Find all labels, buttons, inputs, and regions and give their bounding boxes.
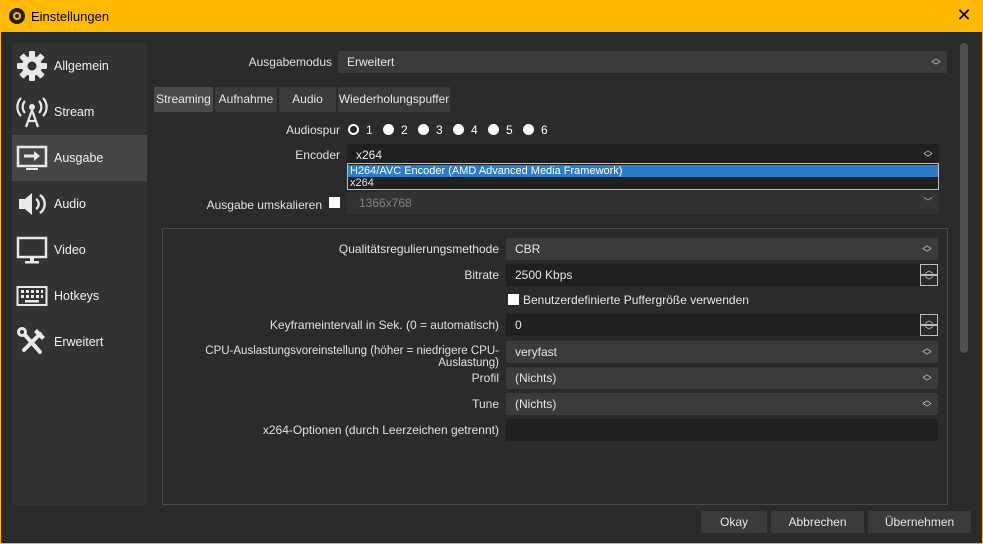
tab-audio[interactable]: Audio (279, 87, 336, 112)
audiotrack-radio-label: 4 (471, 123, 478, 137)
audiotrack-radio-2[interactable] (383, 124, 394, 135)
rate-control-label: Qualitätsregulierungsmethode (338, 242, 499, 256)
sidebar-item-label: Audio (54, 197, 86, 211)
profile-value: (Nichts) (515, 371, 557, 385)
audiotrack-radio-label: 3 (436, 123, 443, 137)
sidebar-item-label: Ausgabe (54, 151, 104, 165)
rescale-select[interactable]: 1366x768 ﹀ (347, 192, 939, 214)
chevron-down-icon[interactable]: ﹀ (920, 325, 938, 336)
audiotrack-radio-4[interactable] (453, 124, 464, 135)
sidebar-item-label: Allgemein (54, 59, 109, 73)
tune-label: Tune (472, 397, 499, 411)
sidebar-item-label: Hotkeys (54, 289, 100, 303)
sidebar-item-erweitert[interactable]: Erweitert (12, 319, 147, 365)
gear-icon (17, 51, 47, 81)
settings-sidebar: Allgemein Stream Ausgabe Audio Video Hot… (12, 43, 147, 505)
close-icon[interactable]: ✕ (955, 6, 973, 24)
obs-logo-icon (9, 8, 25, 24)
tune-value: (Nichts) (515, 397, 557, 411)
encoder-value: x264 (356, 148, 383, 162)
chevron-up-icon[interactable]: ︿ (920, 314, 938, 325)
updown-arrow-icon: ︿ ﹀ (922, 240, 932, 258)
apply-button[interactable]: Übernehmen (868, 511, 971, 533)
updown-arrow-icon: ︿ ﹀ (923, 145, 933, 163)
audiotrack-label: Audiospur (285, 123, 340, 137)
updown-arrow-icon: ︿ ﹀ (922, 343, 932, 361)
keyframe-label: Keyframeintervall in Sek. (0 = automatis… (269, 318, 499, 332)
sidebar-item-audio[interactable]: Audio (12, 181, 147, 227)
encoder-option[interactable]: H264/AVC Encoder (AMD Advanced Media Fra… (348, 165, 938, 177)
antenna-icon (16, 97, 48, 128)
cancel-button[interactable]: Abbrechen (771, 511, 864, 533)
rate-control-select[interactable]: CBR ︿ ﹀ (506, 238, 938, 260)
updown-arrow-icon: ︿ ﹀ (922, 369, 932, 387)
sidebar-item-ausgabe[interactable]: Ausgabe (12, 135, 147, 181)
encoder-select[interactable]: x264 ︿ ﹀ (347, 144, 939, 164)
sidebar-item-stream[interactable]: Stream (12, 89, 147, 135)
updown-arrow-icon: ︿ ﹀ (922, 395, 932, 413)
rate-control-value: CBR (515, 242, 541, 256)
title-bar: Einstellungen ✕ (0, 0, 983, 32)
sidebar-item-allgemein[interactable]: Allgemein (12, 43, 147, 89)
sidebar-item-hotkeys[interactable]: Hotkeys (12, 273, 147, 319)
audiotrack-radio-label: 2 (401, 123, 408, 137)
speaker-icon (19, 193, 46, 215)
keyboard-icon (16, 286, 48, 306)
ok-button[interactable]: Okay (701, 511, 767, 533)
chevron-down-icon[interactable]: ﹀ (920, 275, 938, 286)
audiotrack-radio-label: 6 (541, 123, 548, 137)
encoder-option[interactable]: x264 (348, 177, 938, 189)
keyframe-spinbox[interactable]: 0 ︿ ﹀ (506, 314, 938, 336)
output-mode-value: Erweitert (347, 55, 395, 69)
sidebar-item-label: Video (54, 243, 86, 257)
tab-streaming[interactable]: Streaming (154, 87, 213, 112)
monitor-icon (16, 236, 48, 264)
output-mode-select[interactable]: Erweitert ︿ ﹀ (338, 51, 947, 73)
audiotrack-radio-3[interactable] (418, 124, 429, 135)
cpu-preset-value: veryfast (515, 345, 558, 359)
cpu-preset-select[interactable]: veryfast ︿ ﹀ (506, 341, 938, 363)
sidebar-item-video[interactable]: Video (12, 227, 147, 273)
rescale-label: Ausgabe umskalieren (206, 198, 322, 212)
x264-options-input[interactable] (506, 419, 938, 441)
encoder-label: Encoder (295, 148, 340, 162)
tools-icon (17, 327, 45, 354)
profile-select[interactable]: (Nichts) ︿ ﹀ (506, 367, 938, 389)
chevron-down-icon: ﹀ (923, 197, 933, 207)
bitrate-spinbox[interactable]: 2500 Kbps ︿ ﹀ (506, 264, 938, 286)
x264-options-label: x264-Optionen (durch Leerzeichen getrenn… (262, 423, 499, 437)
tune-select[interactable]: (Nichts) ︿ ﹀ (506, 393, 938, 415)
keyframe-value: 0 (515, 318, 522, 332)
sidebar-item-label: Erweitert (54, 335, 104, 349)
output-mode-label: Ausgabemodus (248, 55, 332, 69)
tab-wiederholungspuffer[interactable]: Wiederholungspuffer (338, 87, 450, 112)
audiotrack-radio-label: 5 (506, 123, 513, 137)
profile-label: Profil (471, 371, 499, 385)
bitrate-label: Bitrate (464, 268, 499, 282)
sidebar-item-label: Stream (54, 105, 95, 119)
rescale-checkbox[interactable] (329, 197, 340, 208)
output-icon (16, 145, 48, 170)
bitrate-value: 2500 Kbps (515, 268, 573, 282)
tab-aufnahme[interactable]: Aufnahme (215, 87, 277, 112)
cpu-preset-label: CPU-Auslastungsvoreinstellung (höher = n… (205, 345, 499, 369)
rescale-value: 1366x768 (359, 196, 412, 210)
updown-arrow-icon: ︿ ﹀ (931, 53, 941, 71)
chevron-up-icon[interactable]: ︿ (920, 264, 938, 275)
settings-scrollbar[interactable] (960, 43, 968, 353)
audiotrack-radio-label: 1 (366, 123, 373, 137)
audiotrack-radio-5[interactable] (488, 124, 499, 135)
encoder-dropdown-list: H264/AVC Encoder (AMD Advanced Media Fra… (347, 163, 939, 190)
custom-buffer-label: Benutzerdefinierte Puffergröße verwenden (523, 293, 749, 307)
custom-buffer-checkbox[interactable] (508, 294, 519, 305)
audiotrack-radio-6[interactable] (523, 124, 534, 135)
window-title: Einstellungen (31, 9, 110, 24)
audiotrack-radio-1[interactable] (348, 124, 359, 135)
